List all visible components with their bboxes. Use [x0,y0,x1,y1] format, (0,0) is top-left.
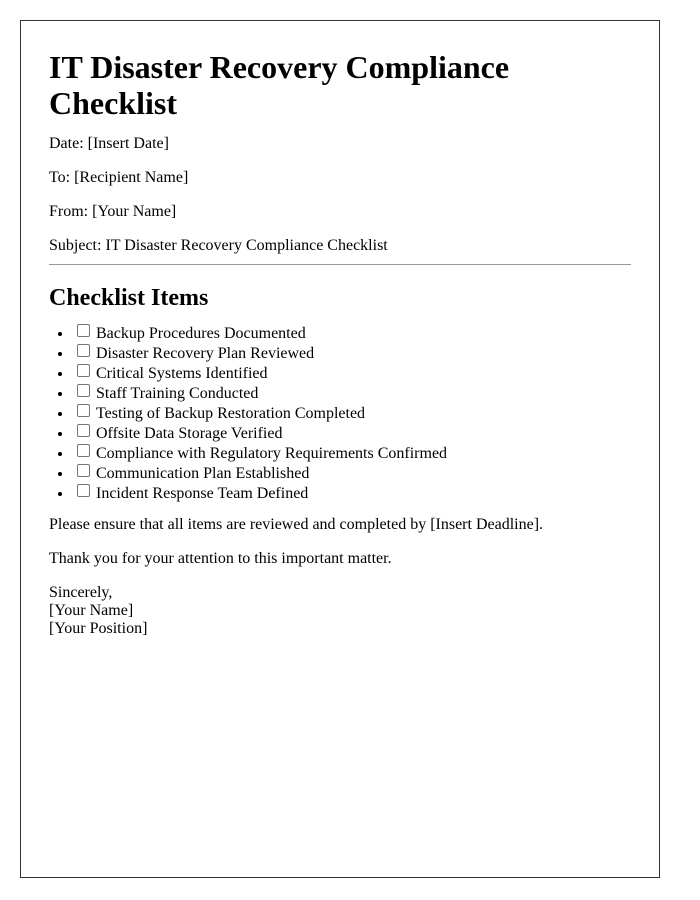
checkbox[interactable] [77,484,90,497]
subject-line: Subject: IT Disaster Recovery Compliance… [49,237,388,254]
checkbox[interactable] [77,424,90,437]
checklist-item: Disaster Recovery Plan Reviewed [73,344,631,364]
checkbox[interactable] [77,364,90,377]
checklist-item-label: Communication Plan Established [96,465,310,482]
date-line: Date: [Insert Date] [49,135,169,152]
checklist-item: Critical Systems Identified [73,364,631,384]
checkbox[interactable] [77,404,90,417]
checklist-item-label: Offsite Data Storage Verified [96,425,283,442]
checkbox[interactable] [77,444,90,457]
checklist-item-label: Testing of Backup Restoration Completed [96,405,366,422]
signature-block: Sincerely, [Your Name] [Your Position] [49,584,631,638]
divider [49,264,631,265]
checkbox[interactable] [77,464,90,477]
checklist-item-label: Staff Training Conducted [96,385,259,402]
thanks-paragraph: Thank you for your attention to this imp… [49,550,392,567]
checklist-item: Compliance with Regulatory Requirements … [73,444,631,464]
signer-position: [Your Position] [49,620,148,637]
checklist-item: Testing of Backup Restoration Completed [73,404,631,424]
to-line: To: [Recipient Name] [49,169,189,186]
checklist-item: Incident Response Team Defined [73,484,631,504]
checklist-item-label: Compliance with Regulatory Requirements … [96,445,448,462]
checklist-item-label: Disaster Recovery Plan Reviewed [96,345,315,362]
checkbox[interactable] [77,344,90,357]
instruction-paragraph: Please ensure that all items are reviewe… [49,516,544,533]
signer-name: [Your Name] [49,602,134,619]
checkbox[interactable] [77,324,90,337]
closing: Sincerely, [49,584,113,601]
document-title: IT Disaster Recovery Compliance Checklis… [49,49,510,121]
letter-page: IT Disaster Recovery Compliance Checklis… [20,20,660,878]
checklist-item: Backup Procedures Documented [73,324,631,344]
from-line: From: [Your Name] [49,203,177,220]
letter-header: Date: [Insert Date] To: [Recipient Name]… [49,135,631,271]
checklist-item: Offsite Data Storage Verified [73,424,631,444]
checklist-item-label: Incident Response Team Defined [96,485,309,502]
checklist-item-label: Backup Procedures Documented [96,325,306,342]
checklist: Backup Procedures Documented Disaster Re… [49,324,631,504]
checkbox[interactable] [77,384,90,397]
checklist-item-label: Critical Systems Identified [96,365,268,382]
checklist-heading: Checklist Items [49,285,209,311]
checklist-item: Communication Plan Established [73,464,631,484]
letter-body: Please ensure that all items are reviewe… [49,516,631,584]
checklist-item: Staff Training Conducted [73,384,631,404]
